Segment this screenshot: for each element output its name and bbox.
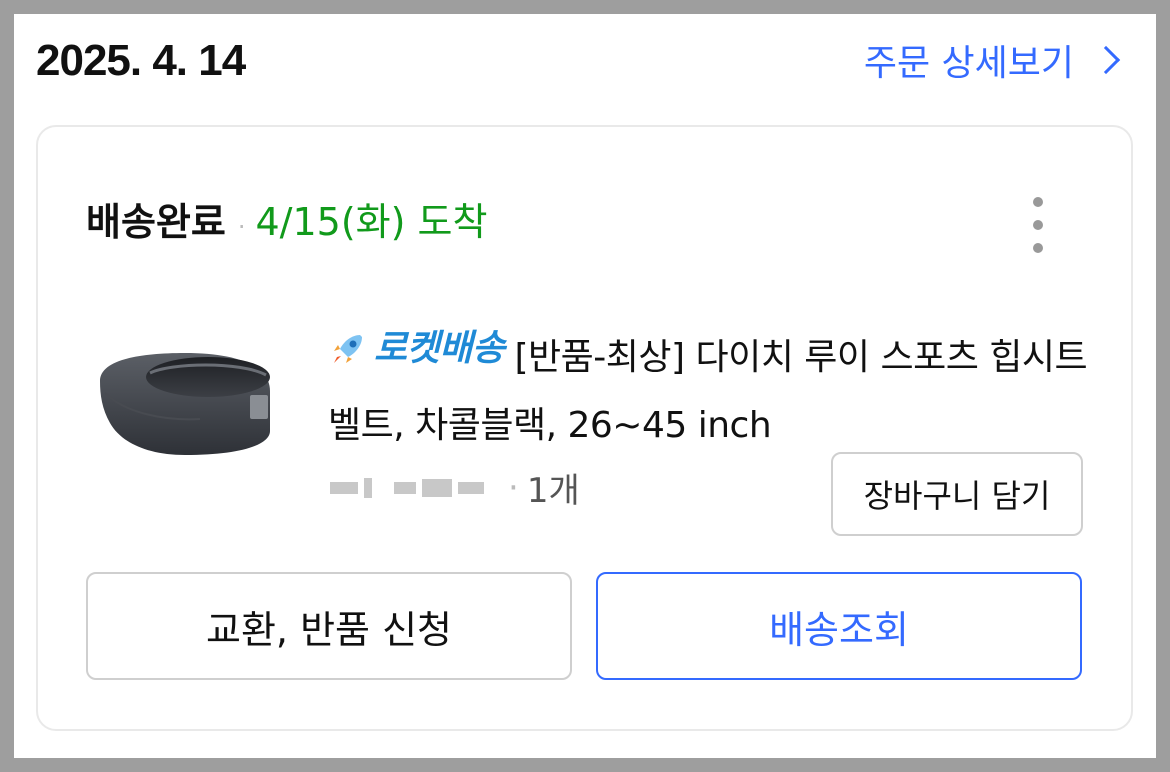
delivery-status: 배송완료 bbox=[86, 200, 226, 244]
more-dot bbox=[1033, 243, 1043, 253]
more-dot bbox=[1033, 197, 1043, 207]
option-row: · 1개 bbox=[330, 463, 580, 512]
order-detail-label: 주문 상세보기 bbox=[863, 43, 1074, 84]
arrival-date: 4/15(화) 도착 bbox=[255, 200, 488, 244]
product-title[interactable]: 로켓배송 [반품-최상] 다이치 루이 스포츠 힙시트벨트, 차콜블랙, 26~… bbox=[328, 315, 1088, 460]
blurred-option-text bbox=[330, 468, 498, 508]
more-options-icon[interactable] bbox=[1023, 197, 1053, 253]
exchange-return-button[interactable]: 교환, 반품 신청 bbox=[86, 572, 572, 680]
add-to-cart-button[interactable]: 장바구니 담기 bbox=[831, 452, 1083, 536]
rocket-icon bbox=[334, 335, 362, 363]
status-separator: · bbox=[237, 213, 246, 241]
order-page: 2025. 4. 14 주문 상세보기 배송완료 · 4/15(화) 도착 로켓… bbox=[14, 14, 1156, 758]
order-card: 배송완료 · 4/15(화) 도착 로켓배송 [반품-최상] 다이치 루이 스포… bbox=[36, 125, 1133, 731]
rocket-delivery-label: 로켓배송 bbox=[374, 328, 505, 369]
quantity: 1개 bbox=[526, 471, 580, 511]
rocket-delivery-badge: 로켓배송 bbox=[328, 315, 505, 383]
chevron-right-icon bbox=[1091, 45, 1121, 75]
order-detail-link[interactable]: 주문 상세보기 bbox=[863, 34, 1121, 86]
delivery-status-row: 배송완료 · 4/15(화) 도착 bbox=[86, 191, 487, 246]
product-thumbnail[interactable] bbox=[90, 323, 280, 463]
track-delivery-button[interactable]: 배송조회 bbox=[596, 572, 1082, 680]
more-dot bbox=[1033, 220, 1043, 230]
order-date: 2025. 4. 14 bbox=[36, 36, 246, 85]
quantity-separator: · bbox=[508, 467, 519, 508]
